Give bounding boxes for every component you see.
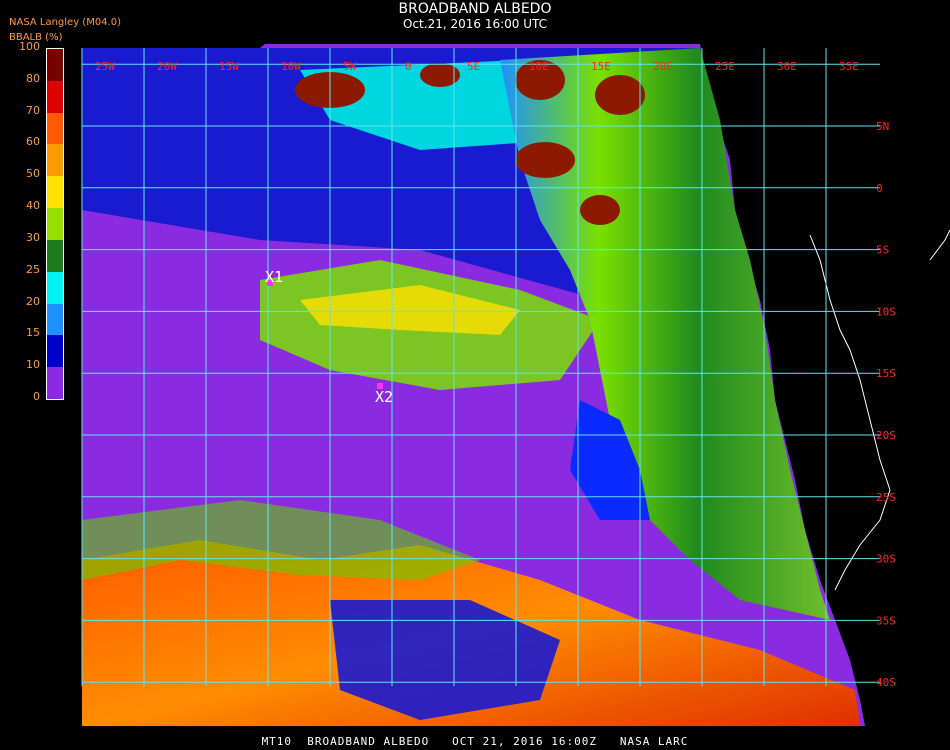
longitude-label: 30E: [777, 60, 797, 73]
longitude-label: 20E: [653, 60, 673, 73]
latitude-label: 5S: [876, 244, 889, 257]
longitude-label: 5W: [343, 60, 357, 73]
latitude-label: 15S: [876, 367, 896, 380]
latitude-label: 5N: [876, 120, 889, 133]
latitude-label: 40S: [876, 676, 896, 689]
madagascar-outline: [929, 229, 950, 261]
marker-label: X2: [375, 388, 393, 406]
africa-east-coastline: [809, 234, 891, 591]
longitude-label: 25W: [95, 60, 115, 73]
marker-label: X1: [265, 268, 283, 286]
latitude-label: 20S: [876, 429, 896, 442]
satellite-map: 25W 20W 15W 10W 5W 0 5E 10E 15E 20E 25E 30E 35E 5N 0 5S…: [81, 44, 950, 726]
longitude-label: 5E: [467, 60, 480, 73]
longitude-label: 15E: [591, 60, 611, 73]
footer-caption: MT10 BROADBAND ALBEDO OCT 21, 2016 16:00…: [261, 735, 689, 748]
latitude-label: 35S: [876, 614, 896, 627]
longitude-label: 15W: [219, 60, 239, 73]
longitude-label: 35E: [839, 60, 859, 73]
latitude-label: 30S: [876, 553, 896, 566]
longitude-label: 10W: [281, 60, 301, 73]
latitude-label: 10S: [876, 305, 896, 318]
latitude-label: 25S: [876, 491, 896, 504]
longitude-label: 20W: [157, 60, 177, 73]
longitude-label: 0: [405, 60, 412, 73]
latitude-label: 0: [876, 182, 883, 195]
longitude-label: 25E: [715, 60, 735, 73]
longitude-label: 10E: [529, 60, 549, 73]
